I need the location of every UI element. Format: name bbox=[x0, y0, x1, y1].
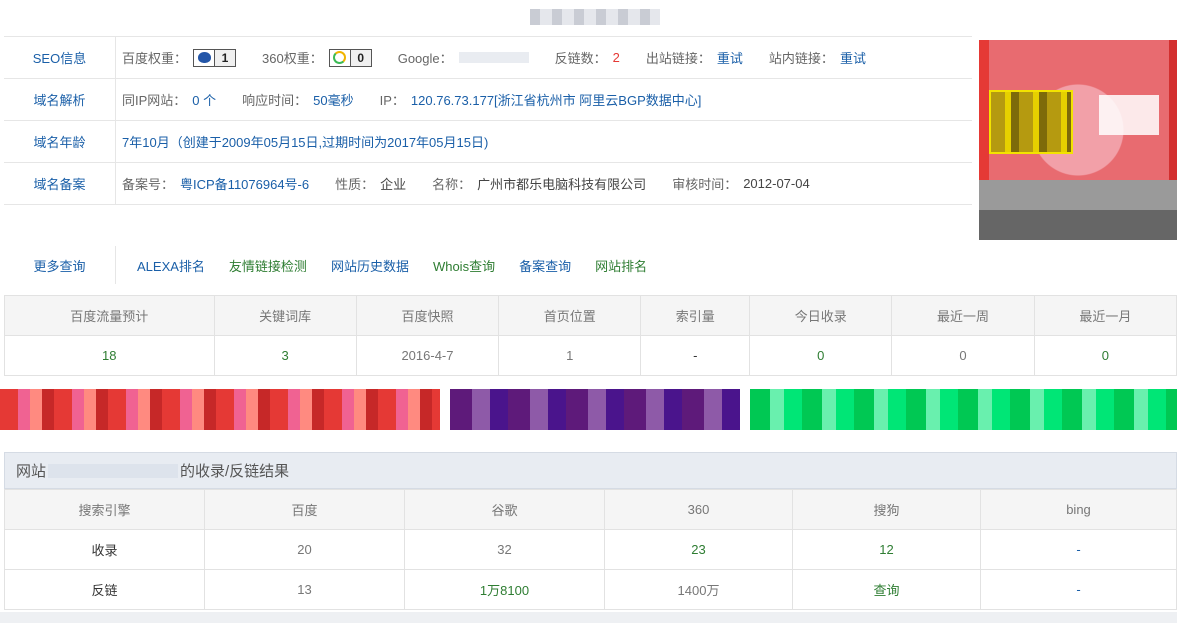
baidu-indexed-value: 20 bbox=[204, 529, 405, 570]
row-label: 反链 bbox=[4, 569, 205, 610]
seo-info-label: SEO信息 bbox=[4, 37, 116, 78]
table-row: 收录 20 32 23 12 - bbox=[4, 529, 1177, 570]
alexa-rank-link[interactable]: ALEXA排名 bbox=[137, 256, 205, 275]
stats-header: 最近一月 bbox=[1033, 295, 1177, 336]
dns-row: 域名解析 同IP网站： 0 个 响应时间： 50毫秒 IP： 120.76.73… bbox=[4, 79, 972, 121]
ad-banner-purple[interactable] bbox=[450, 389, 740, 430]
360-weight-badge[interactable]: 0 bbox=[328, 48, 372, 67]
baidu-weight-badge[interactable]: 1 bbox=[193, 48, 237, 67]
ip-value[interactable]: 120.76.73.177[浙江省杭州市 阿里云BGP数据中心] bbox=[411, 90, 701, 109]
stats-header: 百度流量预计 bbox=[4, 295, 215, 336]
results-header: bing bbox=[980, 489, 1177, 530]
domain-age-value: 7年10月（创建于2009年05月15日,过期时间为2017年05月15日) bbox=[122, 135, 489, 150]
results-header-row: 搜索引擎 百度 谷歌 360 搜狗 bing bbox=[4, 489, 1177, 530]
stats-value-row: 18 3 2016-4-7 1 - 0 0 0 bbox=[4, 335, 1177, 376]
site-rank-link[interactable]: 网站排名 bbox=[595, 256, 647, 275]
icp-nature-label: 性质： bbox=[335, 177, 375, 192]
internal-label: 站内链接： bbox=[768, 51, 834, 66]
domain-age-label: 域名年龄 bbox=[4, 121, 116, 162]
baidu-weight-label: 百度权重： bbox=[122, 51, 188, 66]
more-queries-row: 更多查询 ALEXA排名 友情链接检测 网站历史数据 Whois查询 备案查询 … bbox=[4, 246, 972, 284]
results-header: 360 bbox=[604, 489, 793, 530]
stats-header: 关键词库 bbox=[213, 295, 357, 336]
site-title-blurred bbox=[530, 9, 660, 25]
360-ring-icon bbox=[329, 49, 351, 66]
backlinks-label: 反链数： bbox=[554, 51, 607, 66]
footer-bar bbox=[0, 612, 1177, 623]
more-queries-label: 更多查询 bbox=[4, 246, 116, 284]
sogou-indexed-link[interactable]: 12 bbox=[792, 529, 981, 570]
keyword-count-value[interactable]: 3 bbox=[213, 335, 357, 376]
outbound-retry-link[interactable]: 重试 bbox=[717, 48, 743, 67]
360-indexed-link[interactable]: 23 bbox=[604, 529, 793, 570]
dns-label: 域名解析 bbox=[4, 79, 116, 120]
icp-row: 域名备案 备案号： 粤ICP备11076964号-6 性质： 企业 名称： 广州… bbox=[4, 163, 972, 205]
seo-info-table: SEO信息 百度权重： 1 360权重： 0 Google： 反链数： 2 出站… bbox=[4, 36, 972, 205]
stats-header: 首页位置 bbox=[498, 295, 642, 336]
icp-no-label: 备案号： bbox=[122, 177, 175, 192]
seo-info-row: SEO信息 百度权重： 1 360权重： 0 Google： 反链数： 2 出站… bbox=[4, 37, 972, 79]
icp-time-value: 2012-07-04 bbox=[743, 176, 810, 191]
row-label: 收录 bbox=[4, 529, 205, 570]
360-weight-label: 360权重： bbox=[262, 51, 323, 66]
stats-header: 索引量 bbox=[640, 295, 751, 336]
stats-header: 今日收录 bbox=[749, 295, 893, 336]
icp-query-link[interactable]: 备案查询 bbox=[519, 256, 571, 275]
icp-name-value: 广州市都乐电脑科技有限公司 bbox=[477, 177, 647, 192]
google-value-blurred bbox=[458, 52, 529, 63]
today-indexed-value[interactable]: 0 bbox=[749, 335, 893, 376]
results-header: 搜狗 bbox=[792, 489, 981, 530]
ad-banner-red[interactable] bbox=[0, 389, 440, 430]
results-header: 搜索引擎 bbox=[4, 489, 205, 530]
stats-header: 最近一周 bbox=[891, 295, 1035, 336]
baidu-weight-value: 1 bbox=[215, 49, 236, 66]
site-history-link[interactable]: 网站历史数据 bbox=[331, 256, 409, 275]
stats-header: 百度快照 bbox=[355, 295, 500, 336]
internal-retry-link[interactable]: 重试 bbox=[840, 48, 866, 67]
bing-indexed-value: - bbox=[980, 529, 1177, 570]
same-ip-link[interactable]: 0 个 bbox=[192, 90, 216, 109]
site-domain-blurred bbox=[48, 463, 179, 478]
stats-header-row: 百度流量预计 关键词库 百度快照 首页位置 索引量 今日收录 最近一周 最近一月 bbox=[4, 295, 1177, 336]
360-weight-value: 0 bbox=[350, 49, 371, 66]
outbound-label: 出站链接： bbox=[645, 51, 711, 66]
response-label: 响应时间： bbox=[242, 93, 308, 108]
backlinks-value: 2 bbox=[612, 50, 620, 65]
google-label: Google： bbox=[397, 51, 453, 66]
stats-table: 百度流量预计 关键词库 百度快照 首页位置 索引量 今日收录 最近一周 最近一月… bbox=[4, 295, 1177, 376]
google-indexed-value: 32 bbox=[404, 529, 605, 570]
response-value: 50毫秒 bbox=[313, 93, 354, 108]
domain-age-row: 域名年龄 7年10月（创建于2009年05月15日,过期时间为2017年05月1… bbox=[4, 121, 972, 163]
google-backlinks-link[interactable]: 1万8100 bbox=[404, 569, 605, 610]
sogou-query-link[interactable]: 查询 bbox=[792, 569, 981, 610]
icp-time-label: 审核时间： bbox=[672, 177, 738, 192]
baidu-backlinks-value: 13 bbox=[204, 569, 405, 610]
baidu-snapshot-value: 2016-4-7 bbox=[355, 335, 500, 376]
index-count-value: - bbox=[640, 335, 751, 376]
icp-no-link[interactable]: 粤ICP备11076964号-6 bbox=[180, 174, 309, 193]
site-thumbnail-image bbox=[979, 40, 1177, 240]
ip-label: IP： bbox=[379, 93, 405, 108]
last-week-value: 0 bbox=[891, 335, 1035, 376]
results-header: 百度 bbox=[204, 489, 405, 530]
result-title: 网站 的收录/反链结果 bbox=[4, 452, 1177, 489]
friend-link-check-link[interactable]: 友情链接检测 bbox=[229, 256, 307, 275]
icp-name-label: 名称： bbox=[432, 177, 472, 192]
results-header: 谷歌 bbox=[404, 489, 605, 530]
baidu-paw-icon bbox=[194, 49, 216, 66]
icp-label: 域名备案 bbox=[4, 163, 116, 204]
table-row: 反链 13 1万8100 1400万 查询 - bbox=[4, 569, 1177, 610]
360-backlinks-value: 1400万 bbox=[604, 569, 793, 610]
result-title-suffix: 的收录/反链结果 bbox=[180, 463, 290, 480]
same-ip-label: 同IP网站： bbox=[122, 93, 187, 108]
last-month-value[interactable]: 0 bbox=[1033, 335, 1177, 376]
results-table: 搜索引擎 百度 谷歌 360 搜狗 bing 收录 20 32 23 12 - … bbox=[4, 489, 1177, 610]
bing-backlinks-value: - bbox=[980, 569, 1177, 610]
result-title-prefix: 网站 bbox=[16, 463, 47, 480]
baidu-traffic-value[interactable]: 18 bbox=[4, 335, 215, 376]
home-position-value: 1 bbox=[498, 335, 642, 376]
ad-banner-green[interactable] bbox=[750, 389, 1177, 430]
whois-link[interactable]: Whois查询 bbox=[433, 256, 495, 275]
icp-nature-value: 企业 bbox=[380, 177, 407, 192]
